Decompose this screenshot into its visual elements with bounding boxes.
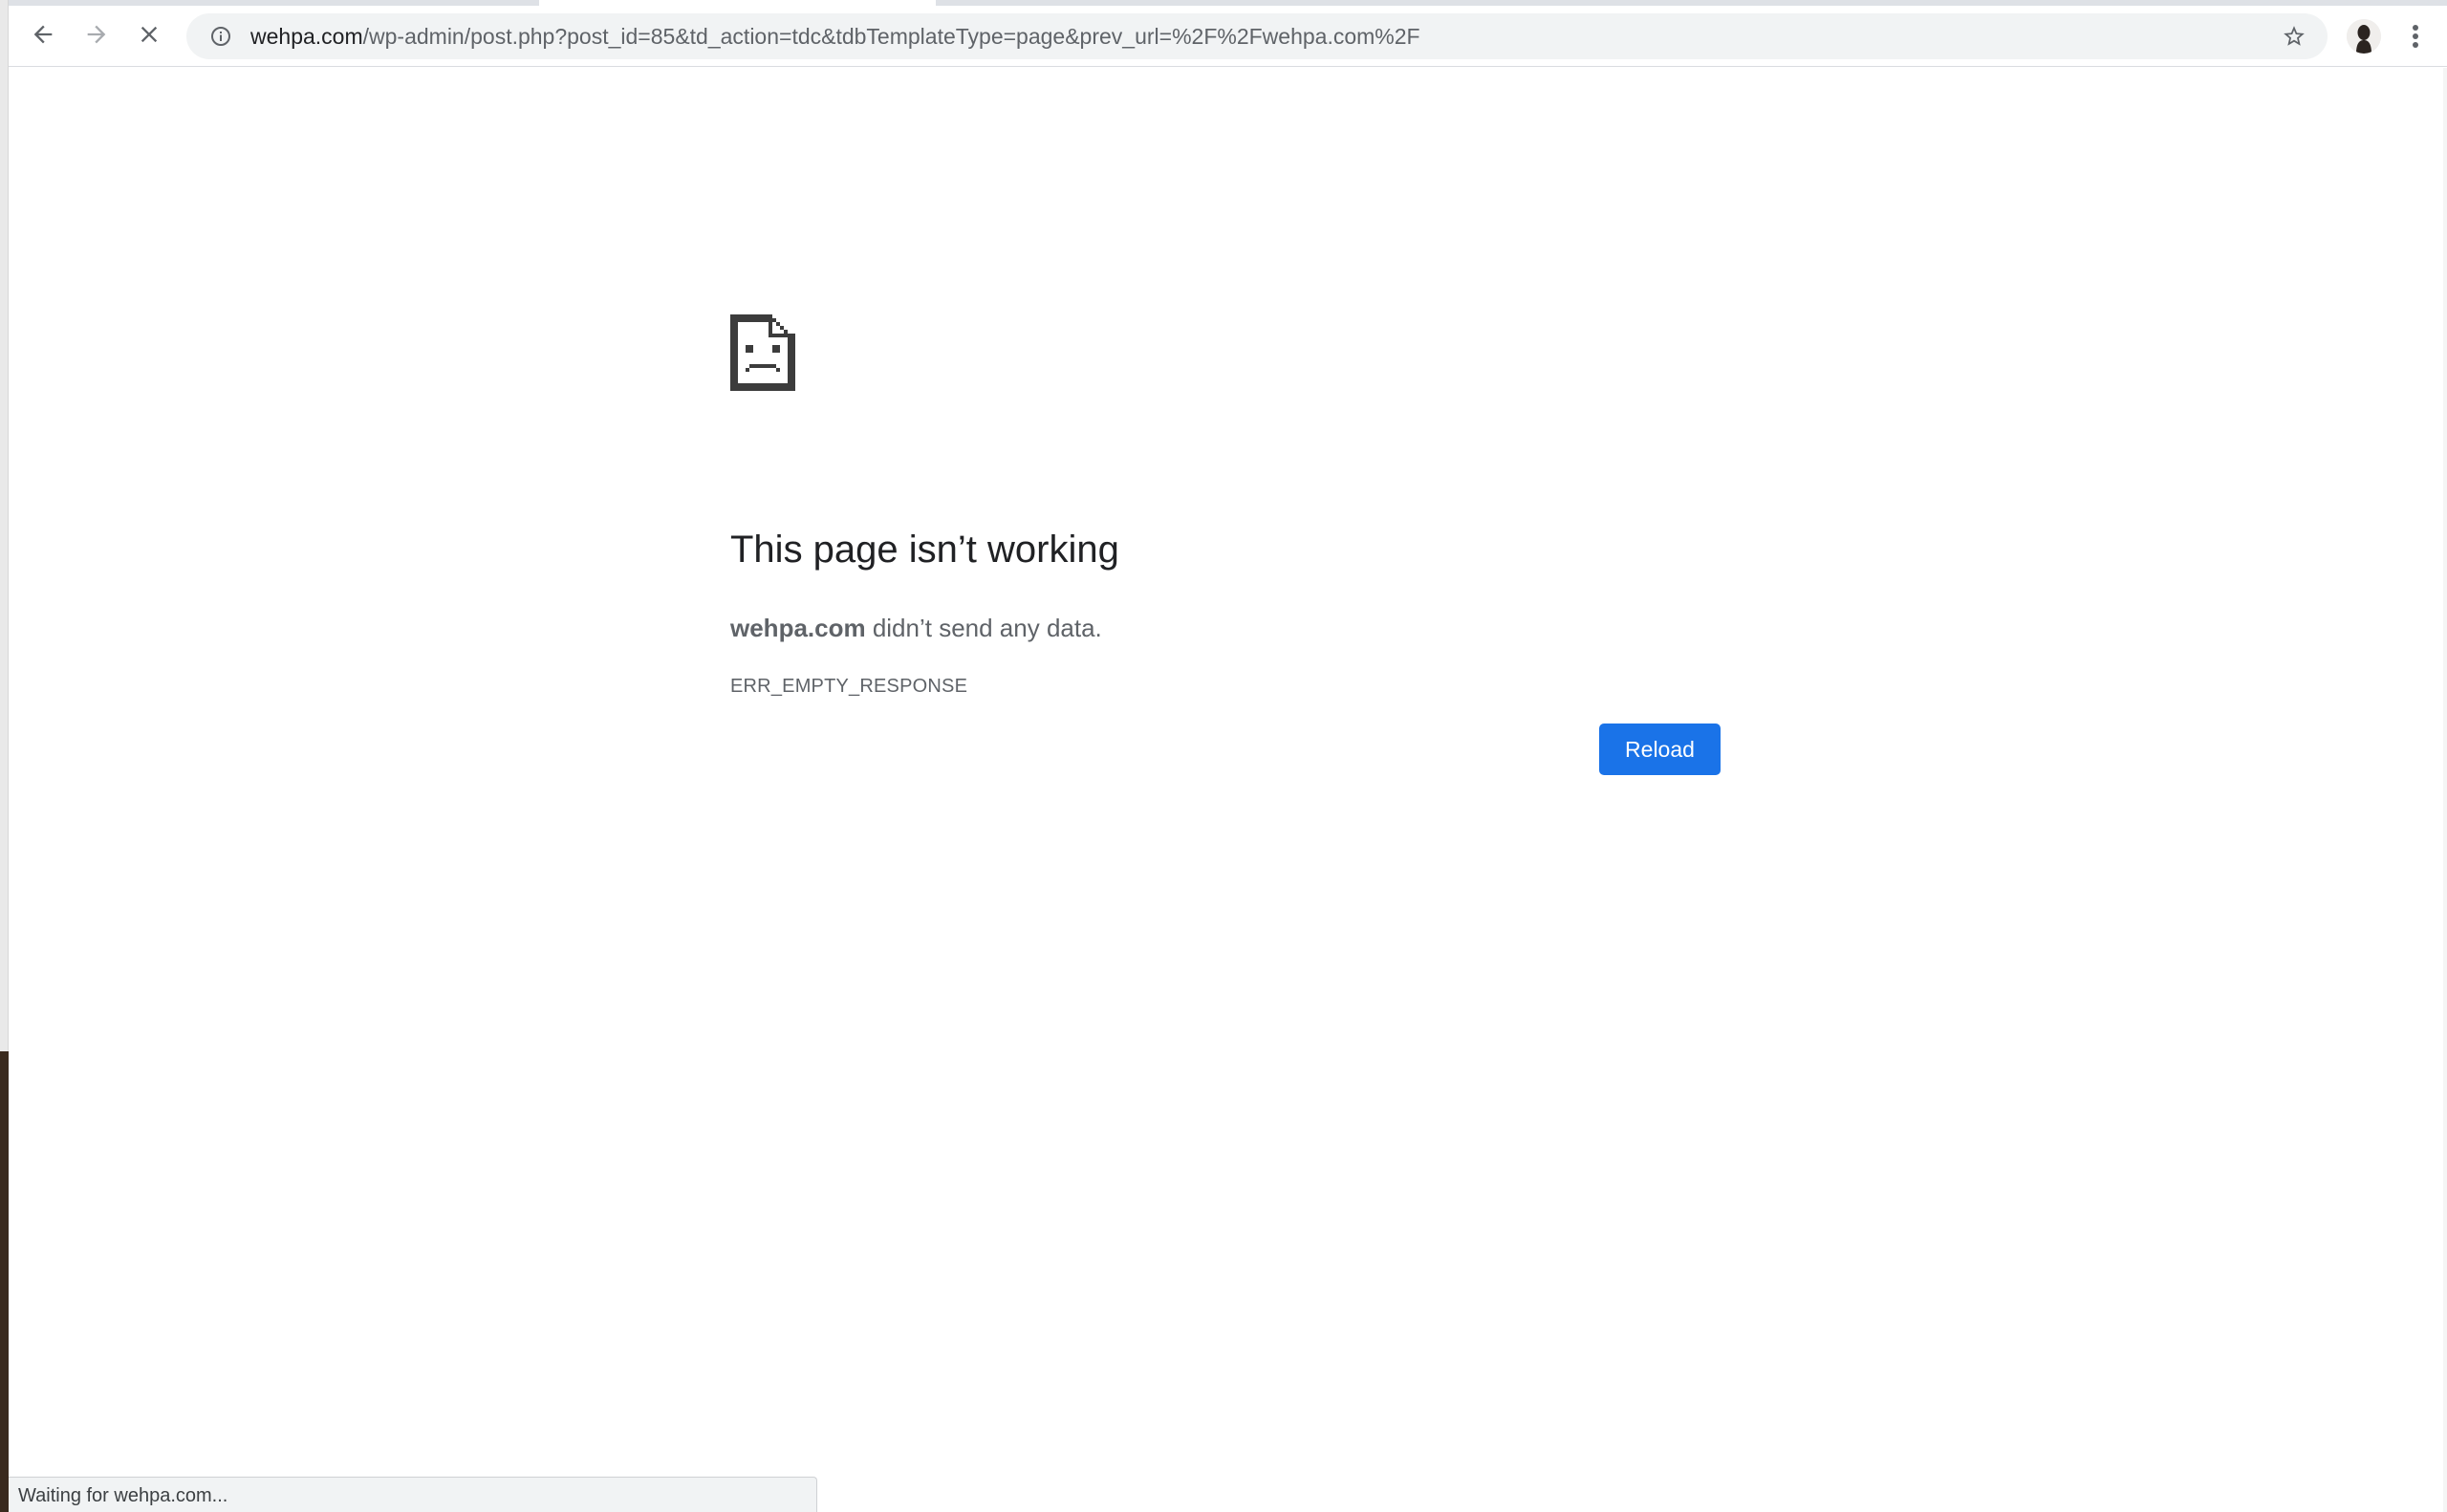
status-bubble: Waiting for wehpa.com... <box>9 1477 817 1512</box>
stop-loading-button[interactable] <box>128 13 170 55</box>
browser-toolbar: wehpa.com/wp-admin/post.php?post_id=85&t… <box>9 6 2447 67</box>
star-icon[interactable] <box>2282 24 2306 49</box>
error-title: This page isn’t working <box>730 529 1119 571</box>
reload-button[interactable]: Reload <box>1599 724 1721 775</box>
url-path: /wp-admin/post.php?post_id=85&td_action=… <box>362 24 1420 49</box>
error-host: wehpa.com <box>730 614 866 642</box>
background-window-edge <box>0 0 9 1512</box>
url-text[interactable]: wehpa.com/wp-admin/post.php?post_id=85&t… <box>250 24 1420 49</box>
avatar-icon <box>2347 19 2381 54</box>
url-host: wehpa.com <box>250 24 363 49</box>
scrollbar-track <box>2443 68 2447 1512</box>
page-content: This page isn’t working wehpa.com didn’t… <box>9 68 2447 1512</box>
error-code: ERR_EMPTY_RESPONSE <box>730 676 968 697</box>
info-icon[interactable] <box>209 25 232 48</box>
arrow-right-icon <box>87 25 106 44</box>
error-description-text: didn’t send any data. <box>865 614 1102 642</box>
back-button[interactable] <box>22 13 64 55</box>
profile-avatar[interactable] <box>2347 19 2381 54</box>
browser-menu-button[interactable] <box>2398 17 2433 55</box>
address-bar[interactable]: wehpa.com/wp-admin/post.php?post_id=85&t… <box>186 13 2328 59</box>
sad-page-icon <box>730 314 795 391</box>
more-vert-icon <box>2413 25 2418 48</box>
background-window-edge-dark <box>0 1051 9 1512</box>
close-icon <box>141 26 158 43</box>
error-description: wehpa.com didn’t send any data. <box>730 614 1102 643</box>
forward-button[interactable] <box>76 13 118 55</box>
arrow-left-icon <box>33 25 53 44</box>
